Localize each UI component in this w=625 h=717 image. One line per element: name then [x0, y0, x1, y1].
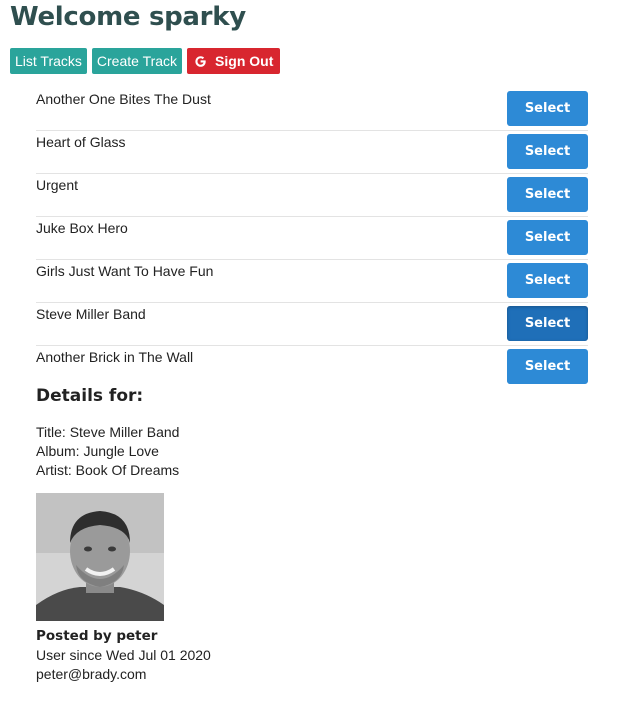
details-heading: Details for: [36, 386, 144, 406]
track-row: Urgent Select [36, 174, 588, 217]
sign-out-label: Sign Out [215, 53, 274, 69]
select-button[interactable]: Select [507, 134, 588, 169]
select-button[interactable]: Select [507, 177, 588, 212]
track-row: Girls Just Want To Have Fun Select [36, 260, 588, 303]
track-name: Heart of Glass [36, 134, 126, 150]
track-row: Another One Bites The Dust Select [36, 88, 588, 131]
select-button[interactable]: Select [507, 91, 588, 126]
page-title: Welcome sparky [10, 2, 246, 32]
track-details: Title: Steve Miller Band Album: Jungle L… [36, 423, 179, 480]
track-name: Steve Miller Band [36, 306, 146, 322]
track-name: Another One Bites The Dust [36, 91, 211, 107]
google-icon [194, 55, 207, 68]
detail-title: Title: Steve Miller Band [36, 424, 180, 440]
sign-out-button[interactable]: Sign Out [187, 48, 281, 74]
posted-by: Posted by peter [36, 628, 158, 644]
poster-info: Posted by peter User since Wed Jul 01 20… [36, 627, 211, 684]
track-row: Heart of Glass Select [36, 131, 588, 174]
track-name: Girls Just Want To Have Fun [36, 263, 214, 279]
select-button[interactable]: Select [507, 263, 588, 298]
detail-artist: Artist: Book Of Dreams [36, 462, 180, 478]
track-row: Steve Miller Band Select [36, 303, 588, 346]
avatar [36, 493, 164, 621]
create-track-button[interactable]: Create Track [91, 48, 183, 74]
detail-album: Album: Jungle Love [36, 443, 159, 459]
list-tracks-button[interactable]: List Tracks [10, 48, 87, 74]
track-row: Another Brick in The Wall Select [36, 346, 588, 388]
track-list: Another One Bites The Dust Select Heart … [36, 88, 588, 388]
track-name: Another Brick in The Wall [36, 349, 194, 365]
nav-bar: List Tracks Create Track Sign Out [10, 48, 281, 74]
track-name: Urgent [36, 177, 79, 193]
poster-email: peter@brady.com [36, 666, 147, 682]
select-button[interactable]: Select [507, 220, 588, 255]
track-name: Juke Box Hero [36, 220, 128, 236]
user-since: User since Wed Jul 01 2020 [36, 647, 211, 663]
track-row: Juke Box Hero Select [36, 217, 588, 260]
select-button[interactable]: Select [507, 349, 588, 384]
select-button[interactable]: Select [507, 306, 588, 341]
